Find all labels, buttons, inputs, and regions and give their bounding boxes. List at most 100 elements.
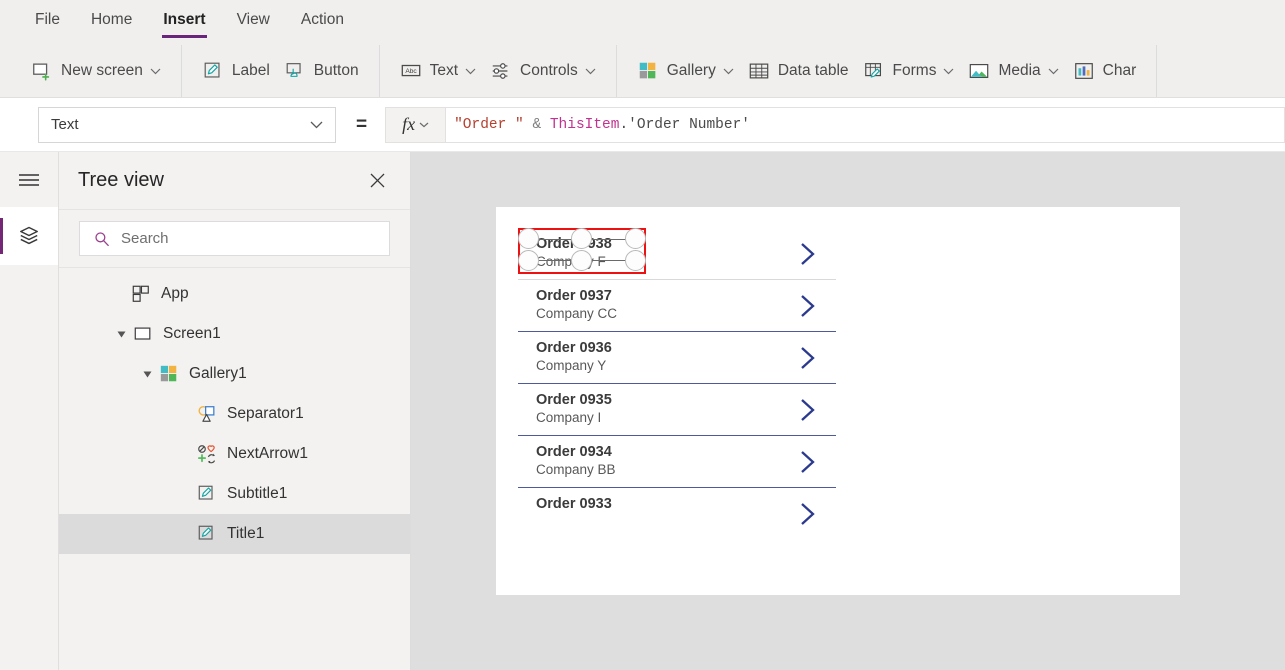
chevron-right-icon[interactable]: [799, 294, 816, 323]
data-table-button-label: Data table: [777, 62, 849, 79]
gallery-item[interactable]: Order 0936 Company Y: [518, 332, 836, 384]
ribbon-group-basic: Label Button: [182, 45, 380, 97]
tree-view-header: Tree view: [59, 152, 410, 210]
chevron-right-icon[interactable]: [799, 502, 816, 531]
forms-button[interactable]: Forms: [856, 54, 962, 88]
active-indicator: [0, 218, 3, 254]
menu-item-insert[interactable]: Insert: [162, 7, 207, 39]
chevron-down-icon: [585, 62, 596, 80]
menu-item-home[interactable]: Home: [90, 7, 133, 39]
expand-twisty-icon[interactable]: [140, 367, 154, 381]
label-button[interactable]: Label: [195, 54, 277, 88]
gallery-item[interactable]: Order 0934 Company BB: [518, 436, 836, 488]
menu-item-view[interactable]: View: [236, 7, 271, 39]
gallery-item[interactable]: Order 0937 Company CC: [518, 280, 836, 332]
tree-item-label: NextArrow1: [227, 445, 308, 462]
selection-overlay: [516, 226, 648, 276]
resize-handle-top-right[interactable]: [625, 228, 646, 249]
text-abc-icon: Abc: [401, 64, 420, 77]
controls-button-label: Controls: [520, 62, 578, 79]
formula-bar-row: Text = fx "Order " & ThisItem . 'Order N…: [0, 98, 1285, 152]
tree-view-panel: Tree view Search App Screen1 Gallery1 Se…: [59, 152, 411, 670]
gallery-item-title: Order 0936: [536, 340, 612, 356]
formula-token-string: "Order ": [454, 116, 524, 133]
menu-bar: File Home Insert View Action: [0, 0, 1285, 45]
label-icon: [204, 62, 220, 78]
tree-item-app[interactable]: App: [59, 274, 410, 314]
tree-item-label: App: [161, 285, 189, 302]
media-button-label: Media: [998, 62, 1041, 79]
tree-view-layers-icon: [20, 226, 38, 245]
tree-item-label: Separator1: [227, 405, 304, 422]
formula-input[interactable]: "Order " & ThisItem . 'Order Number': [445, 106, 1285, 143]
tree-item-nextarrow1[interactable]: NextArrow1: [59, 434, 410, 474]
tree-item-title1[interactable]: Title1: [59, 514, 410, 554]
chevron-right-icon[interactable]: [799, 450, 816, 479]
tree-view-rail-button[interactable]: [0, 207, 58, 265]
tree-item-gallery1[interactable]: Gallery1: [59, 354, 410, 394]
gallery-item[interactable]: Order 0935 Company I: [518, 384, 836, 436]
forms-icon: [864, 63, 881, 78]
resize-handle-bottom-center[interactable]: [571, 250, 592, 271]
resize-handle-top-left[interactable]: [518, 228, 539, 249]
tree-search-row: Search: [59, 210, 410, 268]
tree-item-subtitle1[interactable]: Subtitle1: [59, 474, 410, 514]
search-placeholder: Search: [121, 230, 169, 247]
insert-ribbon: New screen Label Button Abc Text Control…: [0, 45, 1285, 98]
hamburger-menu-button[interactable]: [0, 152, 58, 207]
ribbon-group-inputs: Abc Text Controls: [380, 45, 617, 97]
resize-handle-bottom-right[interactable]: [625, 250, 646, 271]
chevron-right-icon[interactable]: [799, 346, 816, 375]
menu-item-file[interactable]: File: [34, 7, 61, 39]
gallery-item-subtitle: Company Y: [536, 358, 607, 373]
button-button[interactable]: Button: [277, 54, 366, 88]
equals-sign: =: [356, 114, 368, 135]
charts-button[interactable]: Char: [1066, 54, 1144, 88]
chevron-down-icon: [310, 116, 323, 134]
menu-item-action[interactable]: Action: [300, 7, 345, 39]
search-input[interactable]: Search: [79, 221, 390, 256]
controls-button[interactable]: Controls: [483, 54, 603, 88]
gallery-item-subtitle: Company CC: [536, 306, 618, 321]
chevron-right-icon[interactable]: [799, 398, 816, 427]
gallery-item-title: Order 0933: [536, 496, 612, 512]
media-button[interactable]: Media: [961, 54, 1065, 88]
fx-label: fx: [402, 114, 416, 134]
chevron-right-icon[interactable]: [799, 242, 816, 271]
expand-twisty-icon[interactable]: [114, 327, 128, 341]
chevron-down-icon: [723, 62, 734, 80]
text-button[interactable]: Abc Text: [393, 54, 483, 88]
tree-item-screen1[interactable]: Screen1: [59, 314, 410, 354]
resize-handle-bottom-left[interactable]: [518, 250, 539, 271]
tree-item-separator1[interactable]: Separator1: [59, 394, 410, 434]
close-panel-button[interactable]: [365, 168, 390, 193]
shapes-icon: [198, 405, 215, 422]
label-icon: [198, 525, 213, 540]
icons-icon: [198, 445, 216, 464]
media-image-icon: [970, 63, 989, 79]
gallery-button[interactable]: Gallery: [630, 54, 741, 88]
gallery-item[interactable]: Order 0933: [518, 488, 836, 538]
gallery-item-title: Order 0934: [536, 444, 612, 460]
formula-token-operator: &: [532, 116, 542, 133]
new-screen-button[interactable]: New screen: [24, 54, 168, 88]
gallery-icon: [639, 62, 656, 79]
tree-item-label: Gallery1: [189, 365, 247, 382]
new-screen-label: New screen: [61, 62, 143, 79]
data-table-button[interactable]: Data table: [741, 54, 856, 88]
tree-view-list: App Screen1 Gallery1 Separator1 NextArro…: [59, 268, 410, 554]
charts-button-label: Char: [1102, 62, 1137, 79]
property-selector[interactable]: Text: [38, 106, 336, 143]
app-icon: [132, 285, 149, 302]
formula-token-field: 'Order Number': [628, 116, 750, 133]
fx-button[interactable]: fx: [385, 106, 446, 143]
button-button-label: Button: [313, 62, 359, 79]
ribbon-group-data: Gallery Data table Forms Media Char: [617, 45, 1158, 97]
resize-handle-top-center[interactable]: [571, 228, 592, 249]
gallery-item-subtitle: Company BB: [536, 462, 616, 477]
formula-token-dot: .: [619, 116, 629, 133]
close-icon: [370, 173, 385, 188]
chevron-down-icon: [150, 62, 161, 80]
powerapps-studio: File Home Insert View Action New screen: [0, 0, 1285, 670]
gallery-button-label: Gallery: [666, 62, 716, 79]
